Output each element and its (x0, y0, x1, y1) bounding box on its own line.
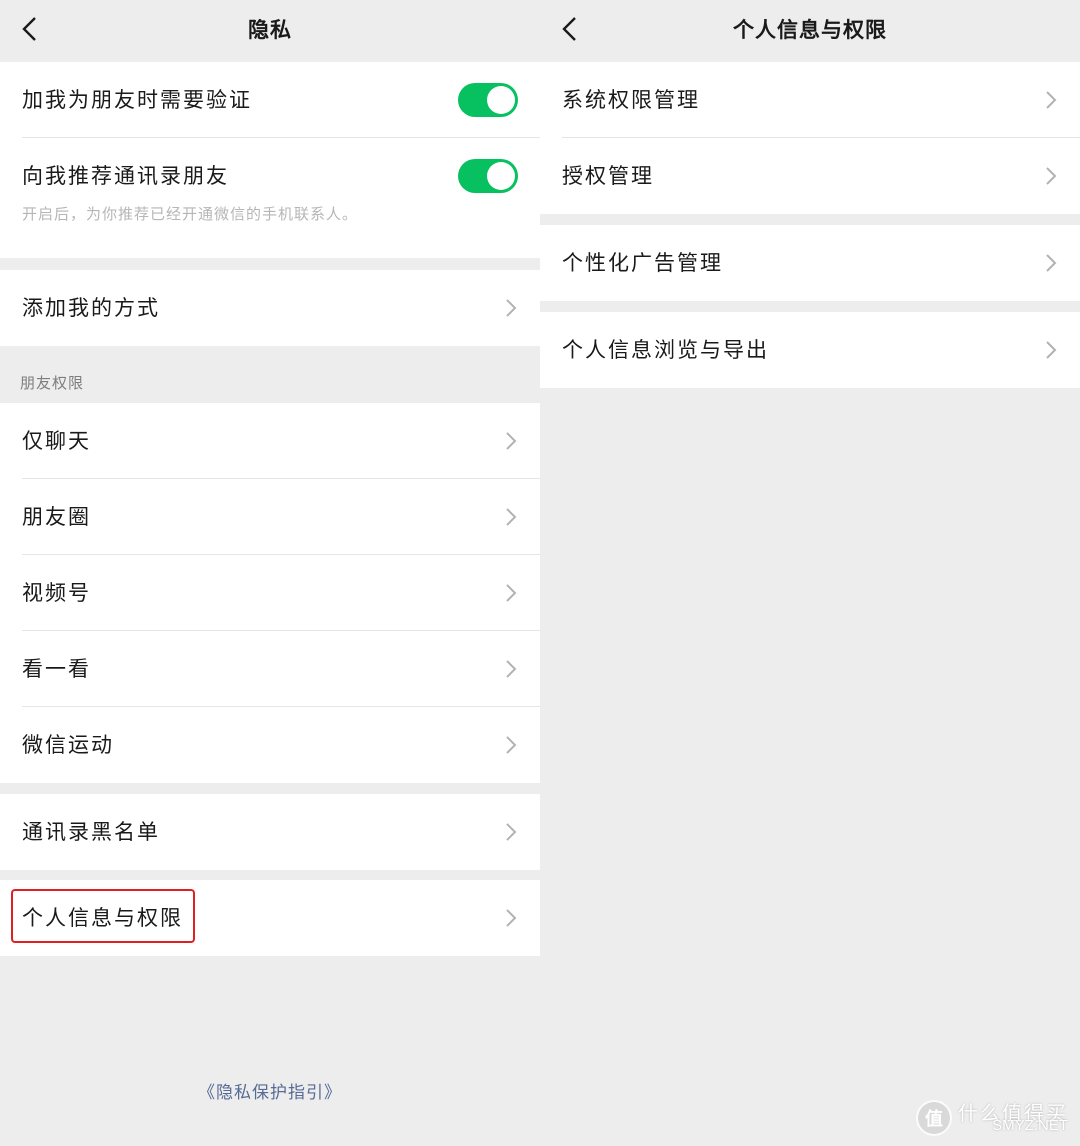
authorization-label: 授权管理 (562, 164, 654, 188)
watermark: 值 什么值得买 SMYZ.NET (916, 1100, 1068, 1136)
chat-only-label: 仅聊天 (22, 429, 91, 453)
add-verify-toggle[interactable] (458, 83, 518, 117)
info-export-label: 个人信息浏览与导出 (562, 338, 769, 362)
personal-info-navbar: 个人信息与权限 (540, 0, 1080, 60)
list-item[interactable]: 授权管理 (540, 138, 1080, 214)
chevron-right-icon (506, 299, 517, 317)
chevron-right-icon (1046, 167, 1057, 185)
channels-label: 视频号 (22, 581, 91, 605)
recommend-contacts-toggle[interactable] (458, 159, 518, 193)
list-item[interactable]: 看一看 (0, 631, 540, 707)
top-stories-label: 看一看 (22, 657, 91, 681)
chevron-right-icon (506, 432, 517, 450)
chevron-right-icon (506, 823, 517, 841)
list-item[interactable]: 系统权限管理 (540, 62, 1080, 138)
list-item[interactable]: 仅聊天 (0, 403, 540, 479)
recommend-contacts-label: 向我推荐通讯录朋友 (22, 164, 229, 188)
list-item[interactable]: 个性化广告管理 (540, 225, 1080, 301)
privacy-guide-link[interactable]: 《隐私保护指引》 (0, 1078, 540, 1103)
chevron-right-icon (506, 584, 517, 602)
chevron-right-icon (506, 660, 517, 678)
privacy-navbar: 隐私 (0, 0, 540, 60)
list-item[interactable]: 视频号 (0, 555, 540, 631)
watermark-en: SMYZ.NET (992, 1116, 1068, 1134)
toggle-knob (487, 86, 515, 114)
blacklist-row[interactable]: 通讯录黑名单 (0, 794, 540, 870)
chevron-right-icon (1046, 254, 1057, 272)
blacklist-label: 通讯录黑名单 (22, 820, 160, 844)
werun-label: 微信运动 (22, 733, 114, 757)
recommend-contacts-row: 向我推荐通讯录朋友 开启后，为你推荐已经开通微信的手机联系人。 (0, 138, 540, 258)
list-item[interactable]: 微信运动 (0, 707, 540, 783)
list-item[interactable]: 个人信息浏览与导出 (540, 312, 1080, 388)
page-title: 隐私 (248, 17, 292, 42)
list-item[interactable]: 朋友圈 (0, 479, 540, 555)
add-methods-label: 添加我的方式 (22, 296, 160, 320)
moments-label: 朋友圈 (22, 505, 91, 529)
red-highlight-box (11, 889, 195, 943)
zhi-logo-icon: 值 (916, 1100, 952, 1136)
chevron-right-icon (1046, 91, 1057, 109)
personalized-ads-label: 个性化广告管理 (562, 251, 723, 275)
chevron-right-icon (1046, 341, 1057, 359)
chevron-right-icon (506, 909, 517, 927)
personal-info-screen: 个人信息与权限 系统权限管理 授权管理 个性化广告管理 个人信息浏览与导出 (540, 0, 1080, 1146)
chevron-right-icon (506, 508, 517, 526)
privacy-screen: 隐私 加我为朋友时需要验证 向我推荐通讯录朋友 开启后，为你推荐已经开通微信的手… (0, 0, 540, 1146)
recommend-contacts-hint: 开启后，为你推荐已经开通微信的手机联系人。 (22, 205, 359, 223)
chevron-right-icon (506, 736, 517, 754)
system-permissions-label: 系统权限管理 (562, 88, 700, 112)
page-title: 个人信息与权限 (733, 17, 887, 42)
add-methods-row[interactable]: 添加我的方式 (0, 270, 540, 346)
add-verify-label: 加我为朋友时需要验证 (22, 88, 252, 112)
watermark-text: 什么值得买 SMYZ.NET (958, 1104, 1068, 1133)
friend-permissions-header: 朋友权限 (20, 374, 85, 392)
add-verify-row: 加我为朋友时需要验证 (0, 62, 540, 138)
toggle-knob (487, 162, 515, 190)
